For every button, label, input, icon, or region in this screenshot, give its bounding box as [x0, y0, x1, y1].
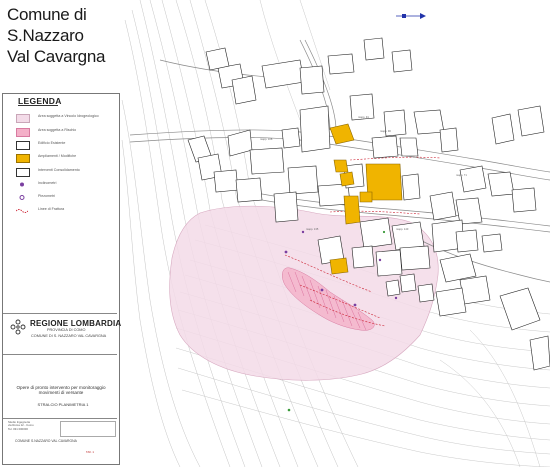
legend-swatch [16, 141, 30, 150]
studio-line-3: Tel. 031 000000 [8, 426, 28, 431]
legend-item-edificio[interactable]: Edificio Esistente [16, 140, 116, 151]
description-line-2: movimenti di versante [38, 390, 84, 396]
legend-item-vincolo[interactable]: Area soggetta a Vincolo Idrogeologico [16, 113, 116, 124]
svg-text:mapp. 135: mapp. 135 [306, 227, 319, 231]
legend-item-fratture[interactable]: Linee di Frattura [16, 206, 116, 217]
legend-swatch [16, 168, 30, 177]
project-description: Opere di pronto intervento per monitorag… [8, 385, 114, 396]
region-name: REGIONE LOMBARDIA [30, 319, 122, 328]
svg-text:mapp. 90: mapp. 90 [380, 129, 391, 133]
legend-label: Edificio Esistente [38, 141, 66, 145]
legend-label: Piezometri [38, 194, 55, 198]
legend-item-inclinometri[interactable]: Inclinometri [16, 180, 116, 191]
svg-text:mapp. 71: mapp. 71 [456, 173, 467, 177]
piezometer-icon [19, 195, 25, 200]
legend-label: Area soggetta a Rischio [38, 128, 77, 132]
svg-text:mapp. 108: mapp. 108 [260, 137, 273, 141]
title-line-3: Val Cavargna [7, 47, 106, 66]
legend-swatch [16, 114, 30, 123]
svg-text:mapp. 91: mapp. 91 [358, 115, 369, 119]
legend-label: Ampliamenti / Modifiche [38, 154, 77, 158]
legend-swatch [16, 154, 30, 163]
legend-label: Area soggetta a Vincolo Idrogeologico [38, 114, 99, 118]
legend-item-consolidamento[interactable]: Interventi Consolidamento [16, 167, 116, 178]
legend-label: Inclinometri [38, 181, 57, 185]
revision-table [60, 421, 116, 437]
drawing-sheet: mapp. 91 mapp. 90 mapp. 135 mapp. 140 ma… [0, 0, 550, 467]
region-logo-icon [10, 319, 26, 335]
legend-label: Linee di Frattura [38, 207, 65, 211]
legend-item-ampliamenti[interactable]: Ampliamenti / Modifiche [16, 153, 116, 164]
north-arrow-icon [396, 13, 426, 19]
title-block-tavola: TAV. 1 [86, 450, 94, 454]
drawing-subtitle: STRALCIO PLANIMETRIA 1 [37, 402, 89, 407]
fracture-line-icon [16, 209, 28, 213]
map-title: Comune di S.Nazzaro Val Cavargna [7, 4, 122, 67]
legend-item-piezometri[interactable]: Piezometri [16, 193, 116, 204]
title-line-1: Comune di [7, 5, 87, 24]
title-block-commune: COMUNE S.NAZZARO VAL CAVARGNA [15, 439, 77, 443]
svg-text:mapp. 140: mapp. 140 [396, 227, 409, 231]
province-name: PROVINCIA DI COMO [47, 328, 86, 332]
commune-name: COMUNE DI S. NAZZARO VAL CAVARGNA [31, 334, 107, 338]
studio-info: Studio Ingegneria via Roma 12 - Como Tel… [8, 420, 58, 431]
legend-swatch [16, 128, 30, 137]
legend-item-rischio[interactable]: Area soggetta a Rischio [16, 127, 116, 138]
legend-underline [18, 105, 58, 106]
inclinometer-icon [20, 182, 24, 187]
title-line-2: S.Nazzaro [7, 26, 84, 45]
legend-label: Interventi Consolidamento [38, 168, 80, 172]
